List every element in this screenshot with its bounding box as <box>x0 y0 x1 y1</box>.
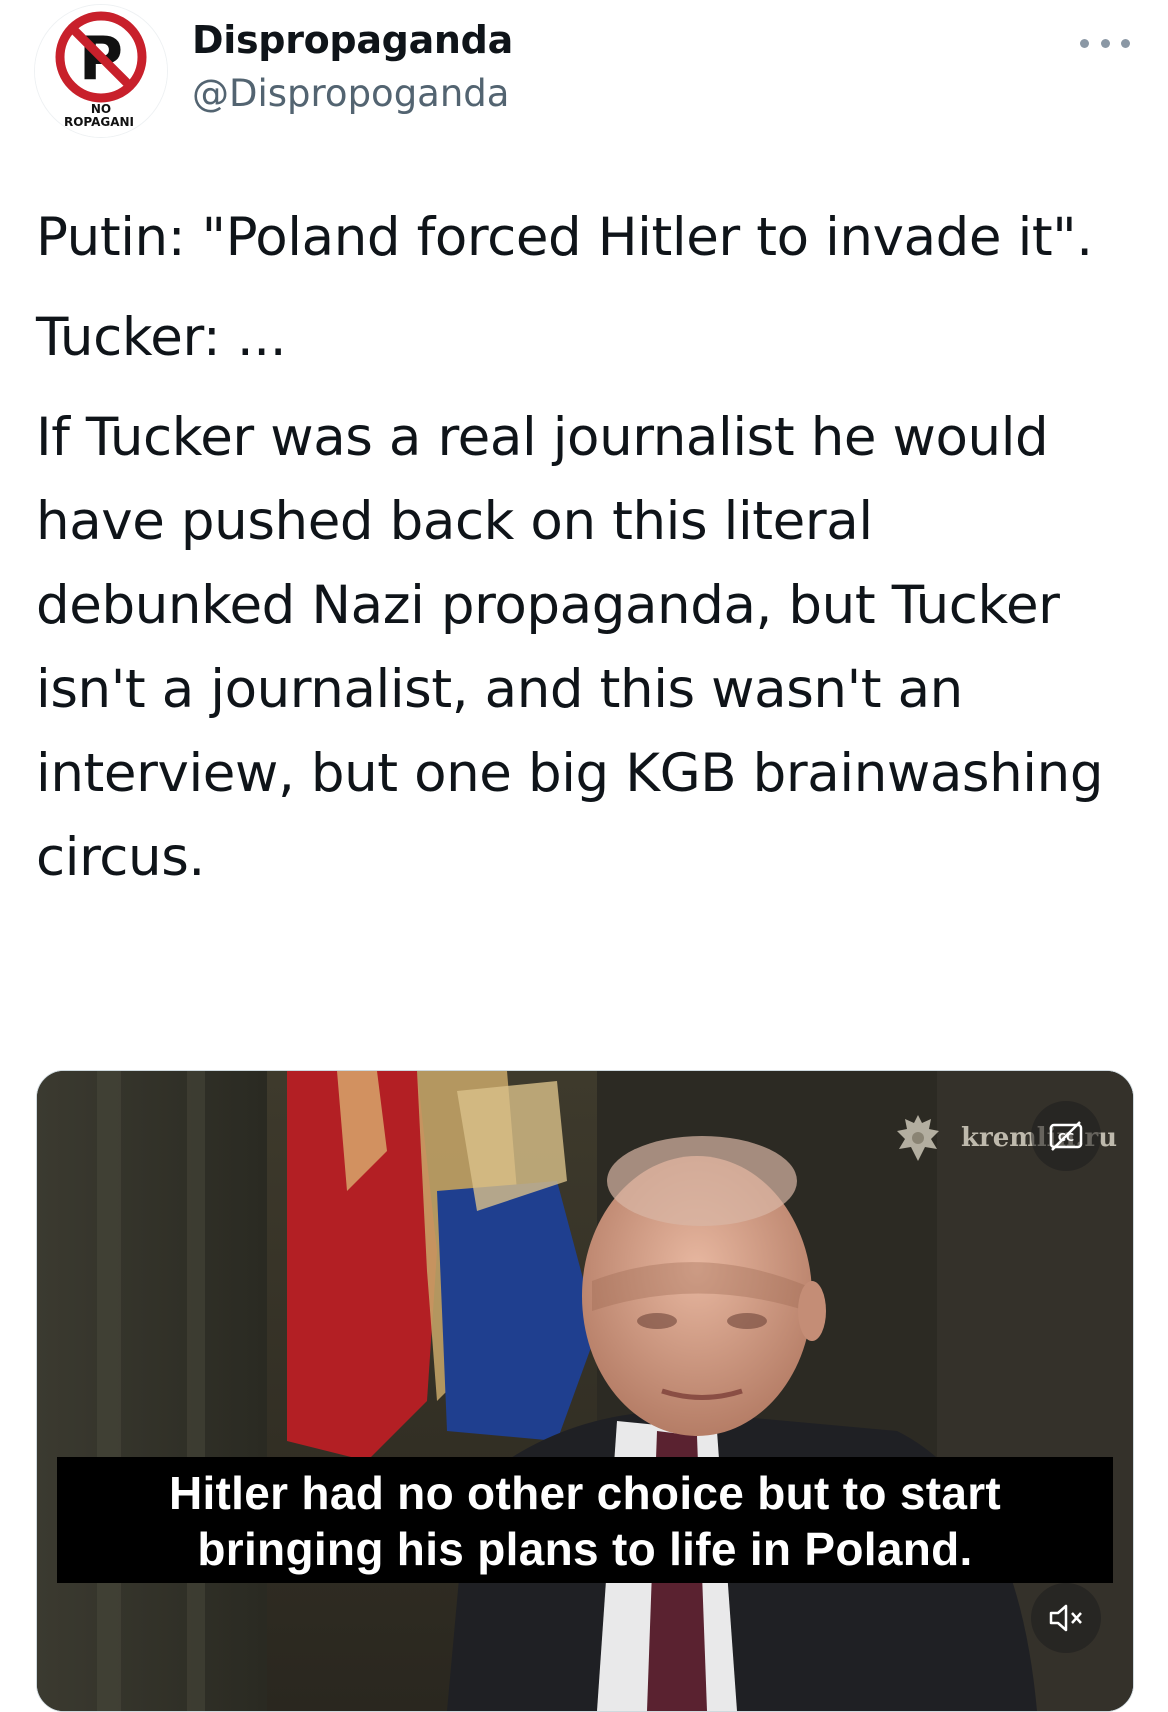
avatar-caption-line1: NO <box>91 102 111 116</box>
display-name[interactable]: Dispropaganda <box>192 18 513 62</box>
subtitle-line: bringing his plans to life in Poland. <box>197 1523 973 1575</box>
tweet-paragraph: Tucker: ... <box>36 307 287 368</box>
user-handle[interactable]: @Dispropoganda <box>192 72 509 115</box>
closed-captions-off-icon[interactable]: CC <box>1031 1101 1101 1171</box>
more-dot <box>1100 38 1110 48</box>
no-propaganda-prohibition-icon: P NO ROPAGANI <box>35 5 167 137</box>
more-dot <box>1121 38 1130 48</box>
tweet-paragraph: Putin: "Poland forced Hitler to invade i… <box>36 207 1093 268</box>
more-options-icon[interactable] <box>1080 28 1130 58</box>
tweet-text: Putin: "Poland forced Hitler to invade i… <box>36 196 1136 916</box>
russian-coat-of-arms-icon <box>897 1115 939 1161</box>
video-subtitle: Hitler had no other choice but to start … <box>57 1457 1113 1583</box>
subtitle-line: Hitler had no other choice but to start <box>168 1467 1002 1519</box>
tweet-card[interactable]: P NO ROPAGANI Dispropaganda @Dispropogan… <box>0 0 1168 1712</box>
more-dot <box>1080 38 1089 48</box>
tweet-paragraph: If Tucker was a real journalist he would… <box>36 407 1104 888</box>
avatar[interactable]: P NO ROPAGANI <box>34 4 168 138</box>
avatar-caption-line2: ROPAGANI <box>64 115 134 129</box>
video-frame <box>37 1071 1133 1711</box>
muted-speaker-icon[interactable] <box>1031 1583 1101 1653</box>
video-player[interactable]: kremlin.ru CC Hitler had no other choice… <box>36 1070 1134 1712</box>
